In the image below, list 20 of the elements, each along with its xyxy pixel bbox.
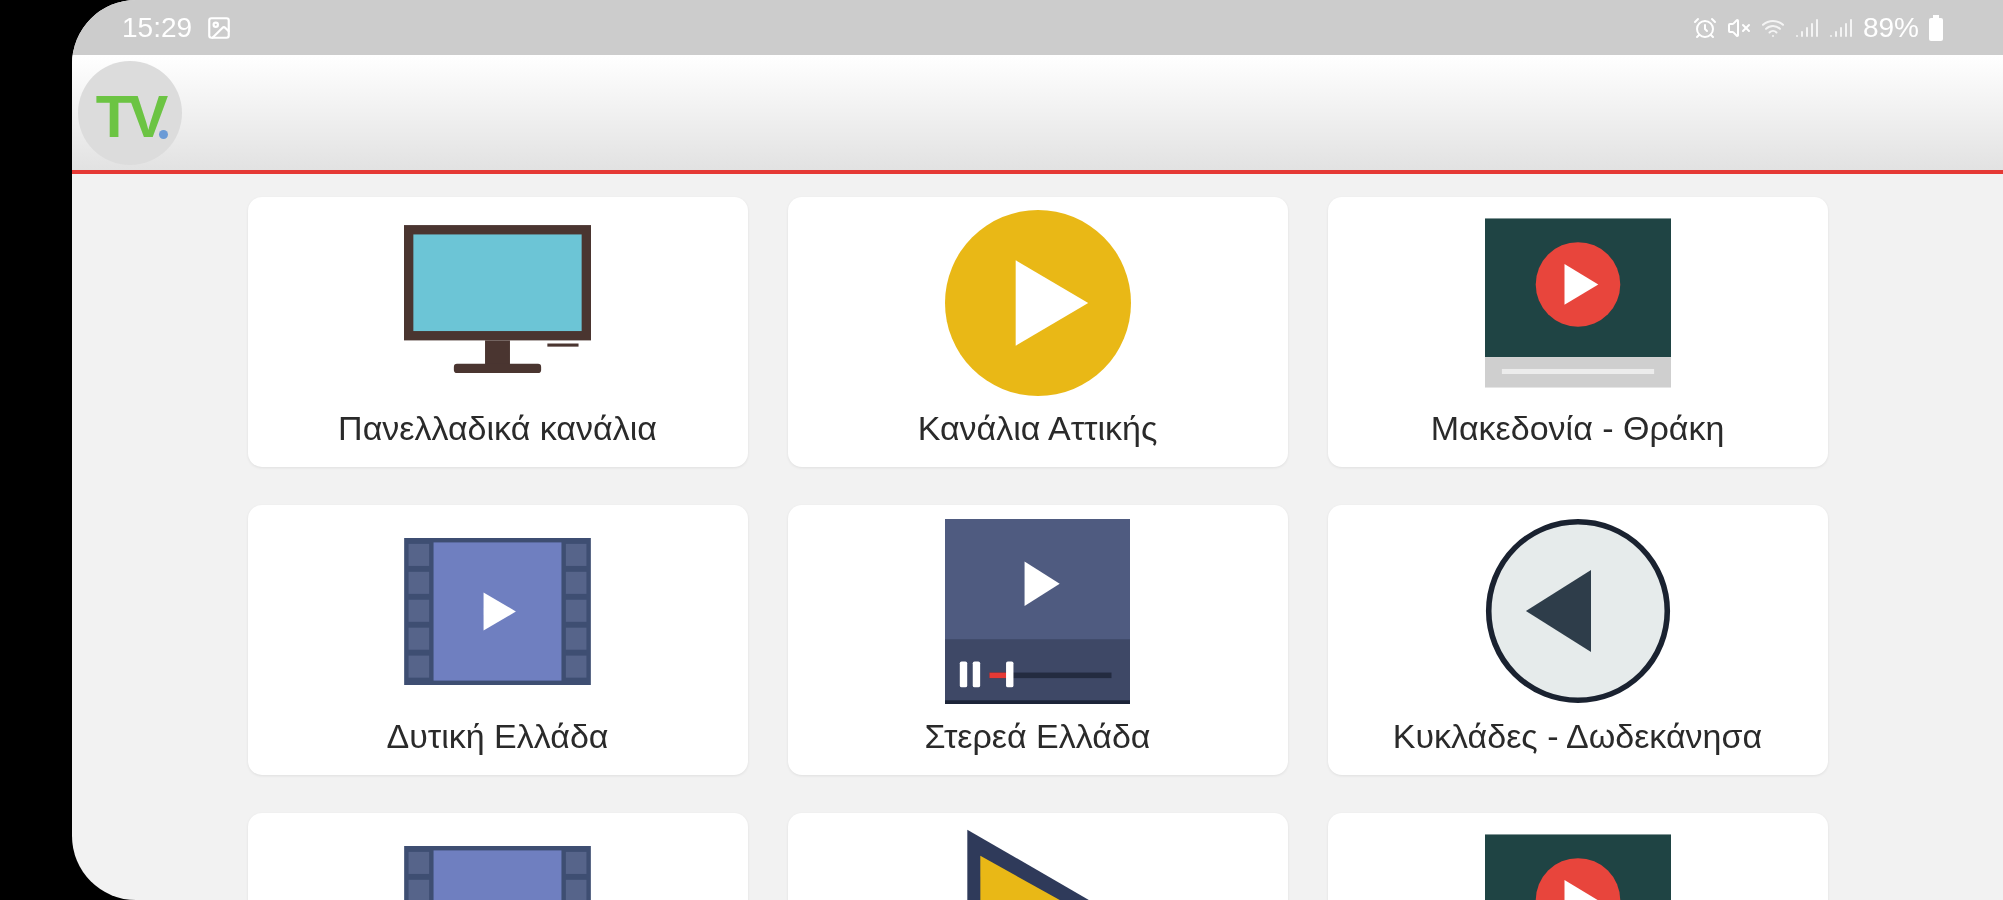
channel-card[interactable]: Πανελλαδικά κανάλια [247,197,748,467]
channel-card[interactable]: Στερεά Ελλάδα [787,505,1288,775]
image-icon [206,14,233,41]
channel-card[interactable]: Κανάλια Αττικής [787,197,1288,467]
card-label: Δυτική Ελλάδα [386,717,609,756]
card-label: Κυκλάδες - Δωδεκάνησα [1392,717,1763,756]
video-play-icon [1484,218,1671,388]
alarm-icon [1692,15,1717,40]
card-label: Στερεά Ελλάδα [924,717,1151,756]
back-icon [1484,518,1671,704]
media-player-icon [945,518,1130,704]
card-label: Πανελλαδικά κανάλια [338,409,657,448]
film-play-icon [404,537,591,685]
card-label: Κανάλια Αττικής [917,409,1158,448]
channel-card[interactable]: Δυτική Ελλάδα [247,505,748,775]
channel-card[interactable]: Μακεδονία - Θράκη [1327,197,1828,467]
channel-card[interactable]: Κυκλάδες - Δωδεκάνησα [1327,505,1828,775]
card-label: Μακεδονία - Θράκη [1430,409,1725,448]
play-icon [944,210,1131,396]
battery-icon [1929,14,1943,41]
